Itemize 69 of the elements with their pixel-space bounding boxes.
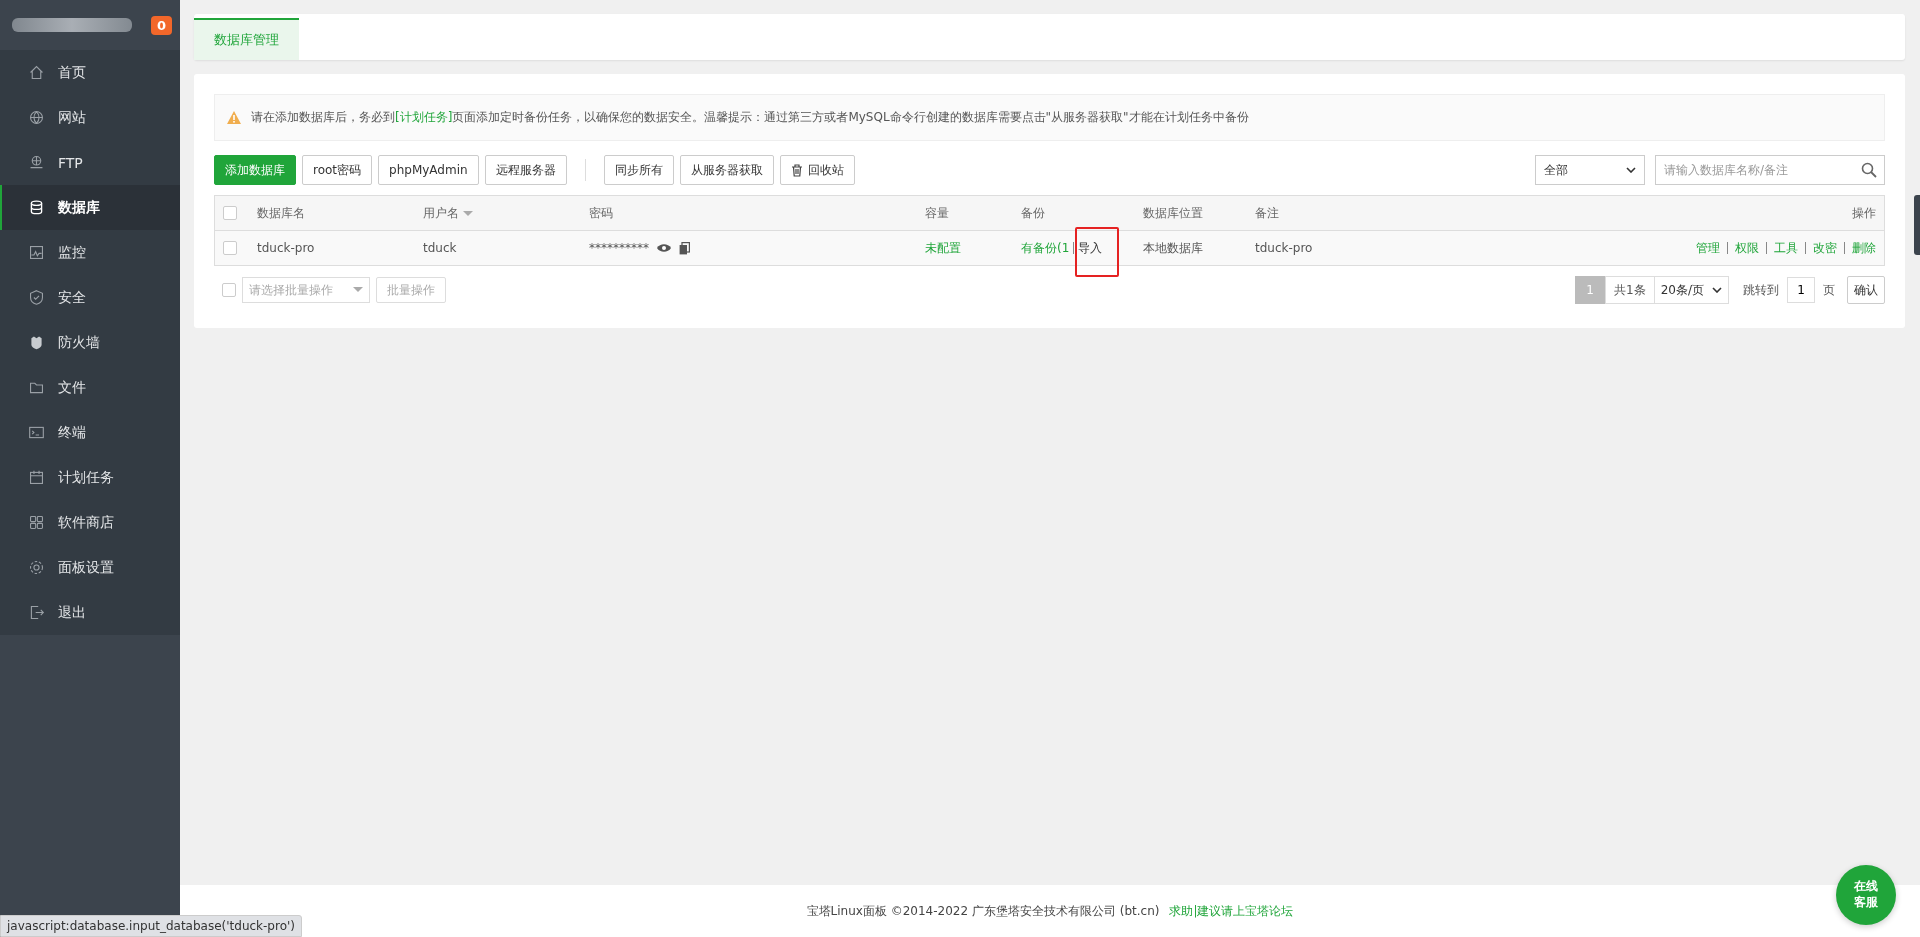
page-input[interactable]: 1 [1787,277,1815,303]
column-header[interactable]: 用户名 [423,205,459,220]
sidebar-item[interactable]: 退出 [0,590,180,635]
column-header: 数据库名 [257,205,305,220]
toolbar-button[interactable]: root密码 [302,155,373,185]
table-cell: tduck-pro [257,241,315,255]
shield-icon [28,334,45,351]
copyright-text: 宝塔Linux面板 ©2014-2022 广东堡塔安全技术有限公司 (bt.cn) [806,902,1160,920]
checkbox[interactable] [223,241,237,256]
logout-icon [28,604,45,621]
chevron-icon [1626,167,1636,173]
total-count: 共1条 [1605,276,1655,304]
network-icon [28,154,45,171]
toolbar-button[interactable]: phpMyAdmin [378,155,479,185]
settings-icon [28,559,45,576]
trash-icon [790,163,803,177]
sidebar-item[interactable]: 软件商店 [0,500,180,545]
checkbox[interactable] [222,283,236,297]
table-cell: tduck [423,241,457,255]
column-header: 容量 [925,205,949,220]
warning-icon [227,111,241,124]
shield-icon [28,289,45,306]
chevron-icon [1712,287,1722,293]
sidebar-item[interactable]: 数据库 [0,185,180,230]
column-header: 操作 [1852,205,1876,220]
sidebar-item[interactable]: 计划任务 [0,455,180,500]
column-header: 密码 [589,205,613,220]
toolbar-button[interactable]: 同步所有 [603,155,674,185]
copy-icon[interactable] [679,241,690,255]
globe-icon [28,109,45,126]
sidebar-item[interactable]: FTP [0,140,180,185]
search-field[interactable]: 请输入数据库名称/备注 [1655,155,1885,185]
table-cell: 本地数据库 [1143,240,1203,255]
table-cell: tduck-pro [1255,241,1313,255]
page-unit: 页 [1823,281,1835,299]
column-header: 数据库位置 [1143,205,1203,220]
sidebar-item[interactable]: 防火墙 [0,320,180,365]
sidebar-item[interactable]: 文件 [0,365,180,410]
import-link[interactable]: 导入 [1078,240,1103,255]
search-icon [1861,162,1877,178]
column-header: 备注 [1255,205,1279,220]
confirm-button[interactable]: 确认 [1847,276,1885,304]
sidebar-item[interactable]: 面板设置 [0,545,180,590]
sidebar-item[interactable]: 首页 [0,50,180,95]
toolbar-button[interactable]: 从服务器获取 [679,155,774,185]
database-icon [28,199,45,216]
checkbox[interactable] [223,206,237,221]
side-handle[interactable] [1914,195,1920,255]
sidebar-item[interactable]: 监控 [0,230,180,275]
logo-icon [12,18,132,32]
sidebar-item[interactable]: 终端 [0,410,180,455]
page-size-select[interactable]: 20条/页 [1654,276,1729,304]
toolbar-button[interactable]: 回收站 [779,155,855,185]
notice-text: 请在添加数据库后，务必到[计划任务]页面添加定时备份任务，以确保您的数据安全。温馨提示：通过第三方或者MySQL命令行创建的数据库需要点击"从服务器获取"才能在计划任务中备份 [251,109,1249,126]
chart-icon [28,244,45,261]
terminal-icon [28,424,45,441]
highlight-frame [1075,227,1119,277]
column-header: 备份 [1021,205,1045,220]
toolbar-button[interactable]: 远程服务器 [484,155,567,185]
eye-icon[interactable] [657,243,671,253]
calendar-icon [28,469,45,486]
password-text: ********** [589,241,649,255]
jump-label: 跳转到 [1743,281,1779,299]
status-url: javascript:database.input_database('tduck-pro') [0,915,302,937]
sidebar-item[interactable]: 网站 [0,95,180,140]
home-icon [28,64,45,81]
filter-select[interactable]: 全部 [1535,155,1645,185]
sidebar-item[interactable]: 安全 [0,275,180,320]
grid-icon [28,514,45,531]
